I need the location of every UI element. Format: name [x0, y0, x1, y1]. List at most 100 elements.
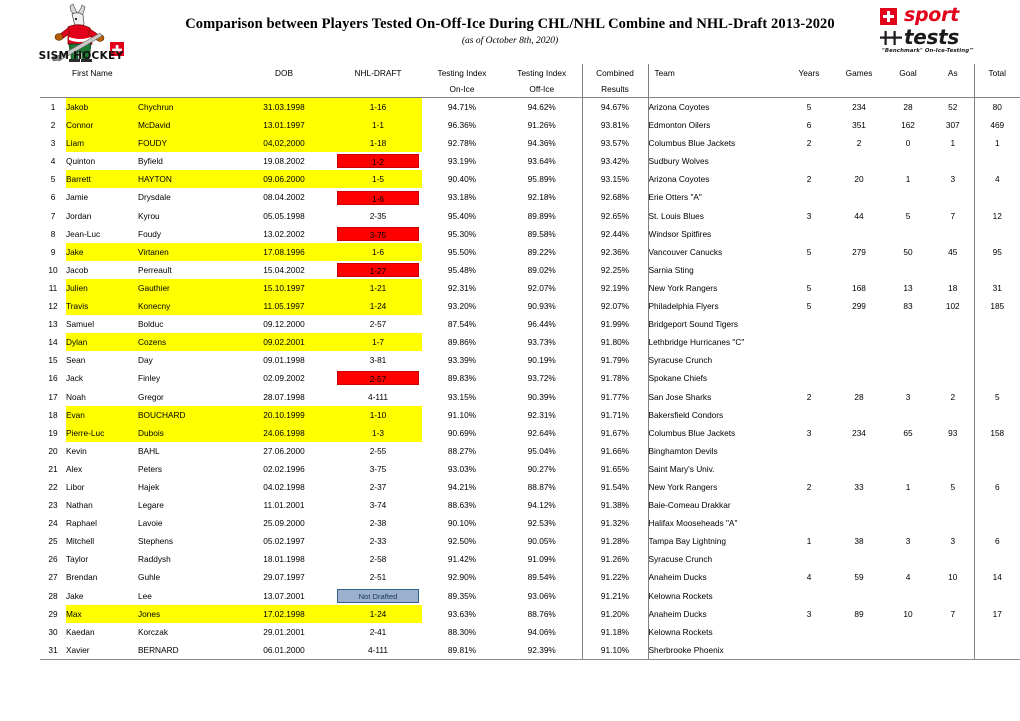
- testing-index-off-ice: 89.54%: [502, 568, 583, 587]
- testing-index-off-ice: 95.04%: [502, 441, 583, 460]
- player-draft-position: 2-38: [369, 518, 387, 529]
- testing-index-off-ice: 91.26%: [502, 116, 583, 135]
- draft-chip-red: 1-27: [337, 262, 419, 277]
- stat-assists: [932, 496, 975, 515]
- testing-index-on-ice: 93.20%: [447, 301, 477, 312]
- stat-years: 5: [806, 301, 812, 312]
- col-dob: DOB: [275, 67, 293, 78]
- testing-index-on-ice: 96.36%: [447, 120, 477, 131]
- stat-assists: [932, 152, 975, 171]
- combined-result: 92.44%: [582, 224, 649, 243]
- player-draft-position: 3-75: [369, 463, 387, 474]
- stat-goal: 28: [903, 102, 913, 112]
- player-dob: 19.08.2002: [263, 156, 305, 167]
- table-row: 1 Jakob Chychrun 31.03.1998 1-16 94.71% 94.62%…: [40, 97, 1020, 117]
- stat-total: 469: [990, 120, 1005, 131]
- combined-result: 91.66%: [582, 441, 649, 460]
- combined-result: 91.99%: [582, 315, 649, 334]
- testing-index-off-ice: 88.87%: [502, 477, 583, 497]
- testing-index-on-ice: 88.63%: [447, 500, 477, 511]
- testing-index-on-ice: 93.18%: [447, 192, 477, 203]
- player-dob: 09.06.2000: [234, 170, 334, 189]
- testing-index-off-ice: 92.18%: [502, 188, 583, 207]
- stat-years: [784, 550, 834, 568]
- player-team: Anaheim Ducks: [648, 608, 707, 619]
- testing-index-on-ice: 95.48%: [447, 264, 477, 275]
- player-first-name: Xavier: [66, 640, 138, 660]
- stat-assists: 93: [932, 423, 975, 442]
- stat-games: [834, 623, 884, 641]
- stat-games: 59: [854, 572, 864, 583]
- stat-years: 3: [806, 427, 812, 438]
- stat-games: 234: [852, 102, 866, 112]
- player-draft-position: 1-24: [334, 604, 422, 623]
- combined-result: 93.57%: [582, 134, 649, 153]
- testing-index-on-ice: 94.71%: [447, 102, 477, 112]
- stat-goal: 0: [905, 138, 911, 149]
- player-last-name: Perreault: [138, 264, 172, 275]
- player-draft-position: 2-51: [369, 572, 387, 583]
- table-row: 9 Jake Virtanen 17.08.1996 1-6 95.50% 89.22% 92…: [40, 242, 1020, 261]
- stat-years: [784, 587, 834, 605]
- stat-goal: 83: [903, 301, 913, 312]
- col-first-name-sub: [66, 81, 138, 97]
- player-draft-position: 2-58: [369, 554, 387, 565]
- col-last-name: [138, 64, 234, 81]
- player-first-name: Sean: [66, 355, 86, 366]
- player-draft-position: 1-21: [334, 278, 422, 298]
- player-team: Windsor Spitfires: [648, 228, 712, 239]
- player-dob: 11.05.1997: [234, 297, 334, 316]
- stat-assists: [932, 459, 975, 478]
- stat-years: 2: [806, 174, 812, 185]
- testing-index-on-ice: 93.63%: [447, 608, 477, 619]
- player-draft-position: 1-6: [334, 188, 422, 206]
- row-index: 5: [50, 174, 56, 185]
- stat-years: 3: [806, 608, 812, 619]
- stat-assists: [932, 333, 975, 352]
- table-row: 26 Taylor Raddysh 18.01.1998 2-58 91.42% 91.09…: [40, 550, 1020, 569]
- player-dob: 04.02.1998: [263, 481, 305, 492]
- stat-goal: 10: [903, 608, 913, 619]
- stat-total: 1: [994, 138, 1000, 149]
- player-first-name: Jakob: [66, 97, 138, 117]
- player-team: Syracuse Crunch: [648, 355, 713, 366]
- stat-assists: [932, 405, 975, 424]
- player-dob: 28.07.1998: [263, 391, 305, 402]
- col-years-sub: [784, 81, 834, 97]
- stat-total: [974, 587, 1020, 605]
- header-row-line1: First Name DOB NHL-DRAFT Testing Index T…: [40, 64, 1020, 81]
- combined-result: 91.10%: [582, 640, 649, 660]
- player-team: Sherbrooke Phoenix: [648, 640, 784, 660]
- sport-wordmark: sport: [904, 4, 959, 26]
- col-testing-index-on-ice: Testing Index: [437, 67, 487, 78]
- player-last-name: Byfield: [138, 156, 163, 167]
- col-testing-off-ice-sub: Off-Ice: [502, 81, 583, 97]
- row-index: 18: [48, 409, 58, 420]
- stat-games: [834, 225, 884, 243]
- row-index: 13: [48, 319, 58, 330]
- row-index: 16: [48, 373, 58, 384]
- stat-total: [974, 442, 1020, 460]
- player-team: Arizona Coyotes: [648, 102, 710, 112]
- testing-index-on-ice: 92.90%: [447, 572, 477, 583]
- player-dob: 15.04.2002: [263, 264, 305, 275]
- player-last-name: Gauthier: [138, 278, 234, 298]
- combined-result: 92.19%: [582, 278, 649, 298]
- stat-assists: [932, 514, 975, 533]
- col-games-sub: [834, 81, 884, 97]
- col-nhl-draft: NHL-DRAFT: [354, 67, 402, 78]
- players-table-container: First Name DOB NHL-DRAFT Testing Index T…: [40, 64, 1020, 660]
- stat-years: 4: [806, 572, 812, 583]
- testing-index-off-ice: 92.53%: [502, 514, 583, 533]
- player-first-name: Pierre-Luc: [66, 423, 138, 442]
- player-team: San Jose Sharks: [648, 391, 712, 402]
- report-page: SISM HOCKEY Comparison between Players T…: [0, 0, 1020, 721]
- player-draft-position: 3-75: [334, 225, 422, 243]
- combined-result: 93.81%: [582, 116, 649, 135]
- col-dob-sub: [234, 81, 334, 97]
- player-dob: 09.01.1998: [263, 355, 305, 366]
- row-index: 8: [50, 228, 56, 239]
- player-last-name: Raddysh: [138, 554, 171, 565]
- player-dob: 31.03.1998: [234, 97, 334, 117]
- stat-games: 299: [852, 301, 866, 312]
